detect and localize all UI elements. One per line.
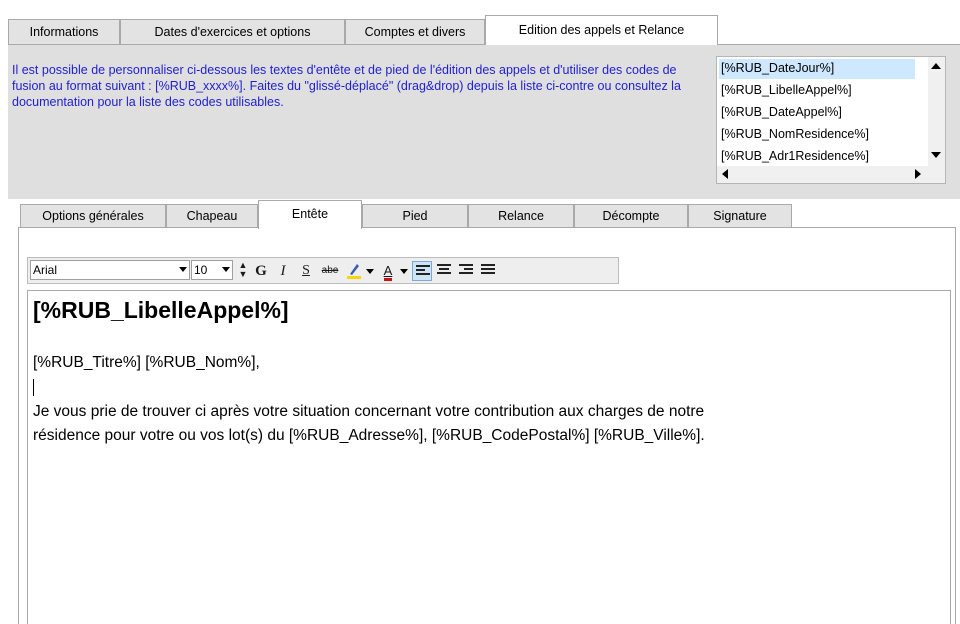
highlighter-icon[interactable]: [344, 261, 364, 281]
tab-pied[interactable]: Pied: [362, 204, 468, 228]
align-center-icon[interactable]: [434, 261, 454, 281]
tab-comptes-divers[interactable]: Comptes et divers: [345, 19, 485, 45]
settings-window: Informations Dates d'exercices et option…: [0, 0, 960, 624]
document-greeting: [%RUB_Titre%] [%RUB_Nom%],: [33, 354, 260, 371]
chevron-down-icon[interactable]: [366, 269, 374, 274]
bold-button[interactable]: G: [251, 261, 271, 281]
horizontal-scrollbar[interactable]: [717, 166, 929, 183]
align-left-lines: [416, 265, 430, 278]
chevron-down-icon: [222, 267, 230, 272]
font-color-label: A: [383, 263, 393, 281]
scroll-left-icon[interactable]: [722, 169, 728, 179]
align-right-lines: [459, 264, 473, 277]
scrollbar-corner: [928, 166, 945, 183]
formatting-toolbar: Arial 10 ▲ ▼ G I S abe A: [27, 257, 619, 284]
align-justify-icon[interactable]: [478, 261, 498, 281]
chevron-down-icon: [179, 267, 187, 272]
merge-code-item[interactable]: [%RUB_LibelleAppel%]: [719, 81, 915, 101]
merge-codes-help-text: Il est possible de personnaliser ci-dess…: [12, 63, 681, 109]
tab-relance[interactable]: Relance: [468, 204, 574, 228]
tab-dates-exercices[interactable]: Dates d'exercices et options: [120, 19, 345, 45]
italic-button[interactable]: I: [273, 261, 293, 281]
spin-updown-icon[interactable]: ▲ ▼: [236, 261, 250, 281]
font-size-value: 10: [194, 263, 208, 277]
align-right-icon[interactable]: [456, 261, 476, 281]
highlighter-glyph: [347, 264, 361, 279]
merge-code-item[interactable]: [%RUB_Adr1Residence%]: [719, 147, 915, 167]
merge-code-item[interactable]: [%RUB_NomResidence%]: [719, 125, 915, 145]
tab-edition-appels-relance[interactable]: Edition des appels et Relance: [485, 15, 718, 45]
merge-code-item[interactable]: [%RUB_DateAppel%]: [719, 103, 915, 123]
document-title: [%RUB_LibelleAppel%]: [33, 297, 289, 323]
font-color-button[interactable]: A: [378, 261, 398, 281]
tab-chapeau[interactable]: Chapeau: [166, 204, 258, 228]
scroll-down-icon[interactable]: [931, 152, 941, 158]
scroll-right-icon[interactable]: [915, 169, 921, 179]
document-body-line: résidence pour votre ou vos lot(s) du [%…: [33, 427, 705, 444]
align-justify-lines: [481, 264, 495, 277]
tab-signature[interactable]: Signature: [688, 204, 792, 228]
align-center-lines: [437, 264, 451, 277]
align-left-icon[interactable]: [412, 261, 432, 281]
tab-entete[interactable]: Entête: [258, 200, 362, 229]
font-family-select[interactable]: Arial: [30, 260, 190, 280]
document-body-line: Je vous prie de trouver ci après votre s…: [33, 403, 705, 420]
tab-informations[interactable]: Informations: [8, 19, 120, 45]
merge-codes-list[interactable]: [%RUB_DateJour%] [%RUB_LibelleAppel%] [%…: [716, 56, 946, 184]
font-family-value: Arial: [33, 263, 58, 277]
tab-options-generales[interactable]: Options générales: [20, 204, 166, 228]
chevron-down-icon[interactable]: [400, 269, 408, 274]
font-size-select[interactable]: 10: [191, 260, 233, 280]
scroll-up-icon[interactable]: [931, 63, 941, 69]
tab-decompte[interactable]: Décompte: [574, 204, 688, 228]
underline-button[interactable]: S: [296, 261, 316, 281]
merge-code-item[interactable]: [%RUB_DateJour%]: [719, 59, 915, 79]
vertical-scrollbar[interactable]: [928, 57, 945, 167]
rich-text-editor[interactable]: [%RUB_LibelleAppel%] [%RUB_Titre%] [%RUB…: [27, 290, 951, 624]
text-caret: [33, 379, 34, 396]
strikethrough-button[interactable]: abe: [318, 261, 342, 281]
